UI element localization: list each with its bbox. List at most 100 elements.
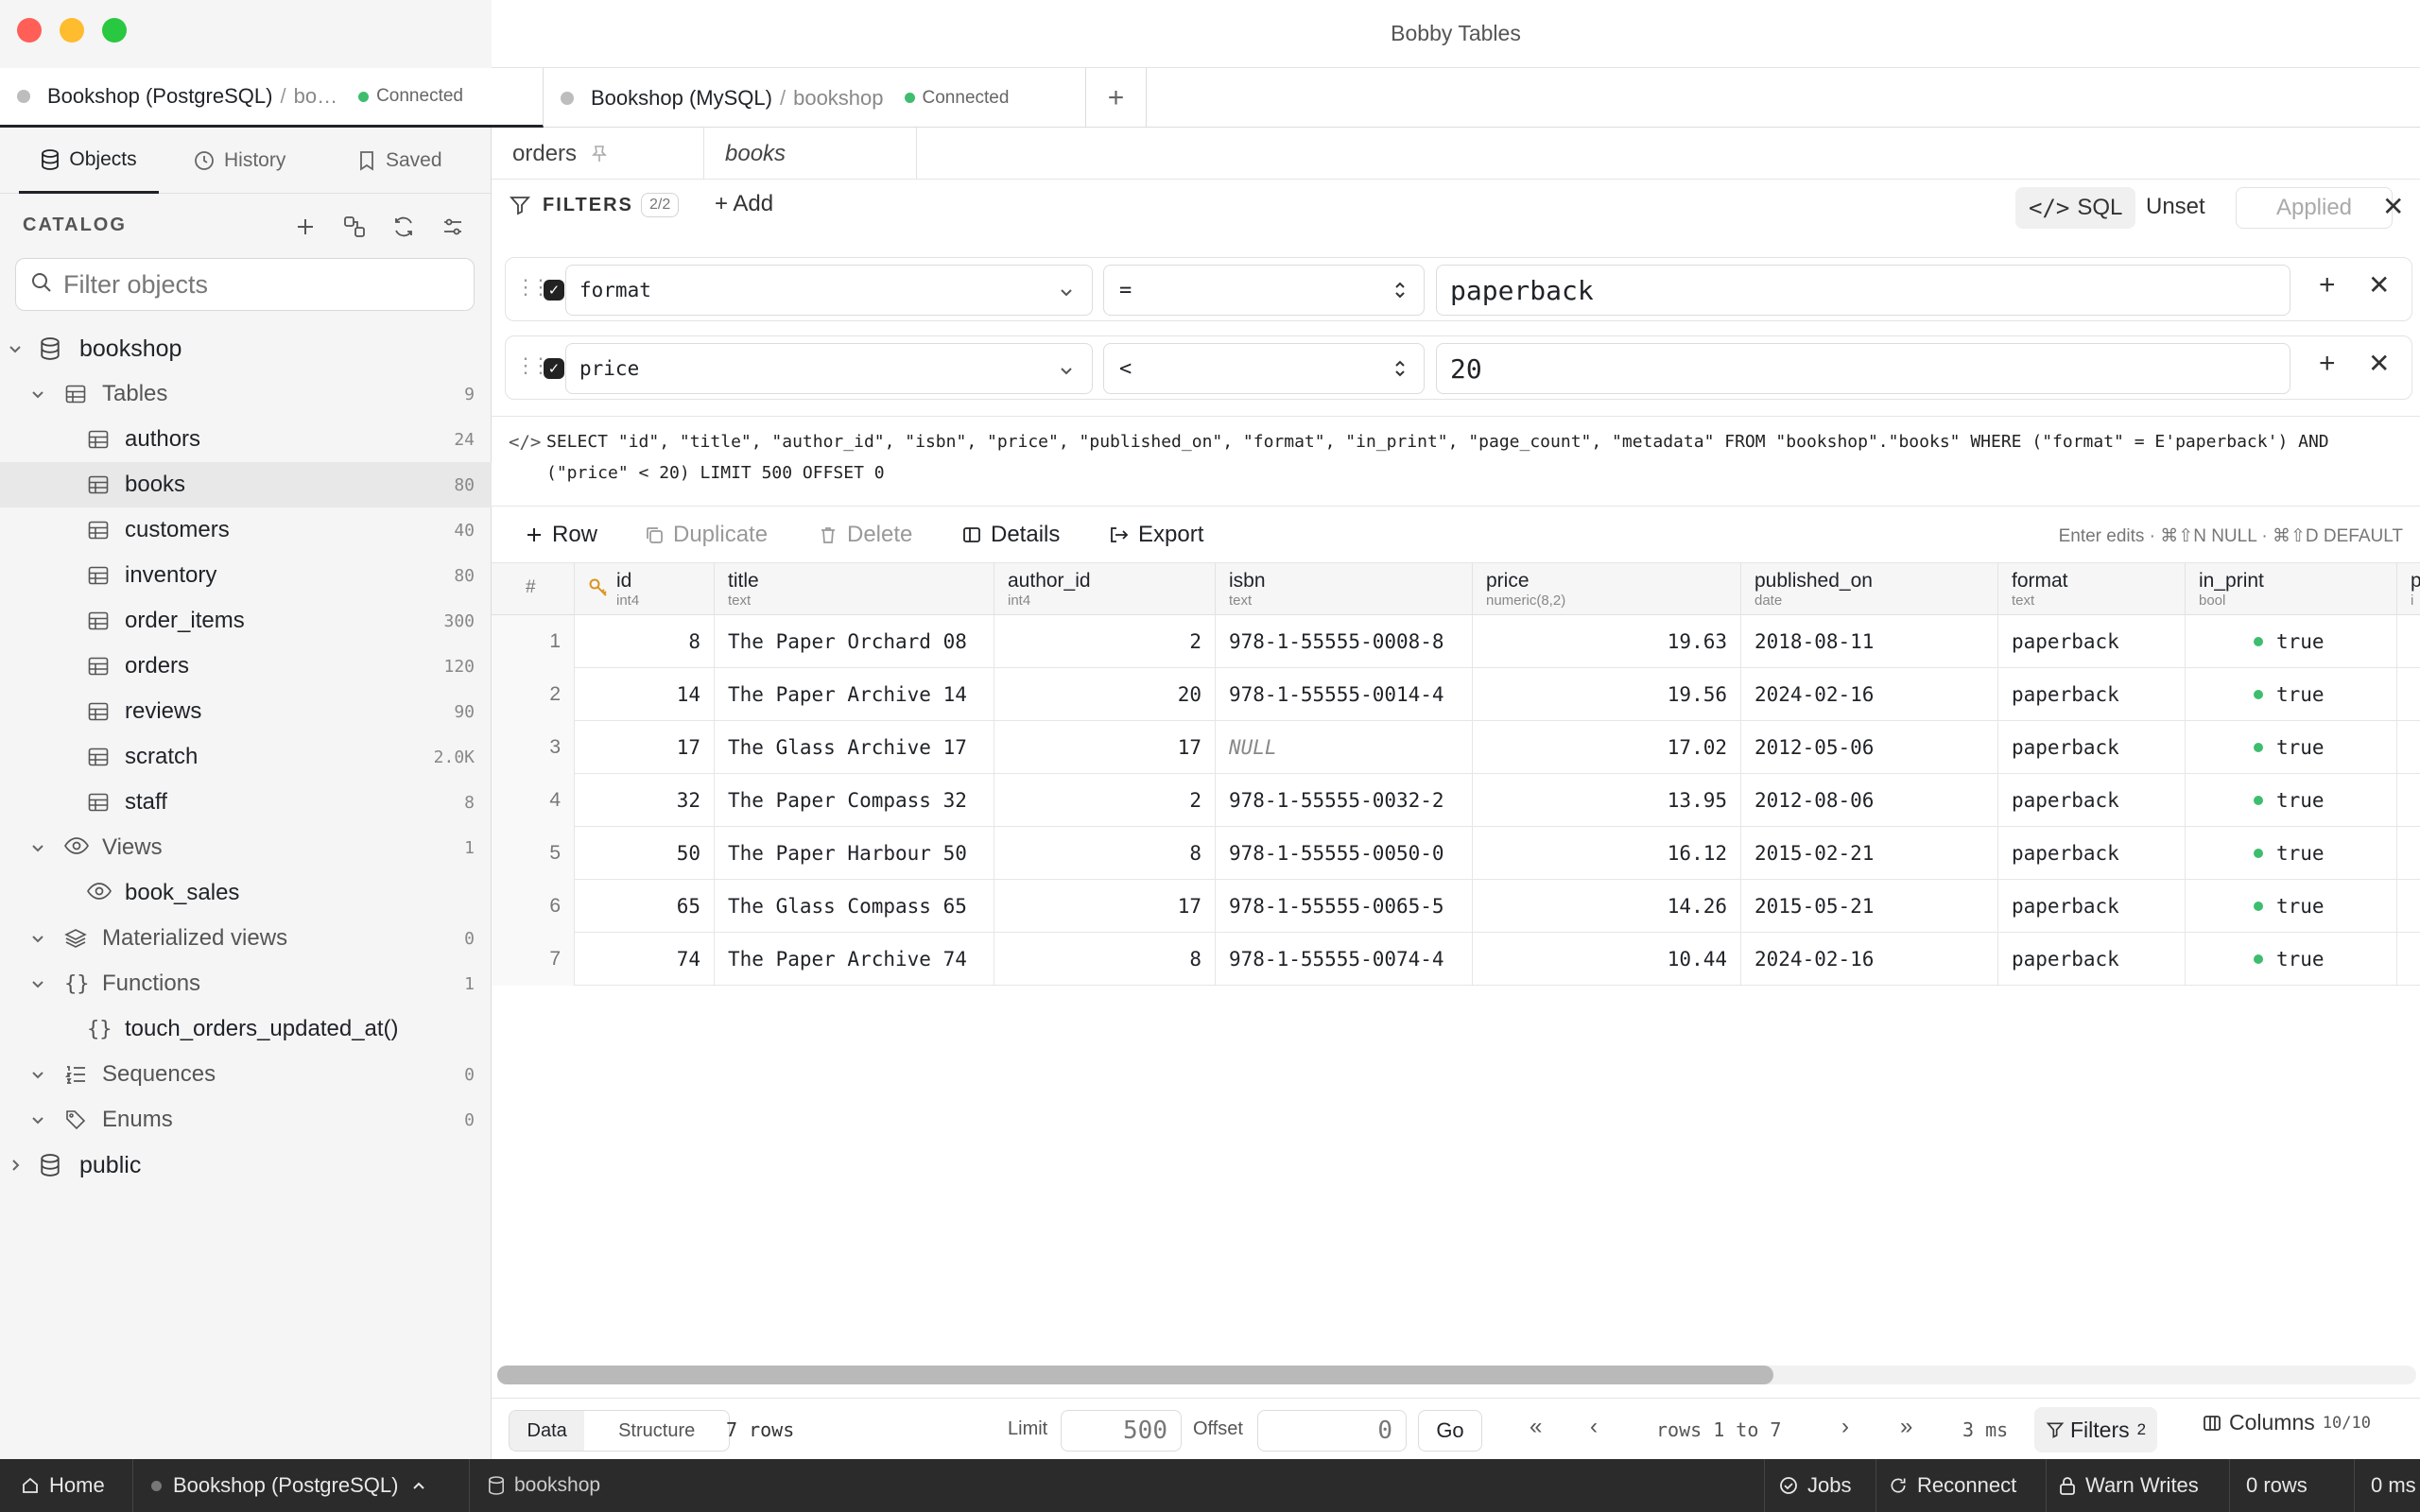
prev-page-icon[interactable]: ‹ (1590, 1414, 1598, 1440)
filter-operator-select[interactable]: = (1103, 265, 1425, 316)
tree-database-public[interactable]: public (0, 1143, 492, 1188)
add-object-button[interactable] (291, 213, 320, 241)
chevron-down-icon[interactable] (28, 1110, 47, 1129)
tab-history[interactable]: History (194, 128, 285, 194)
table-cell-in_print[interactable]: true (2186, 827, 2397, 880)
table-cell-format[interactable]: paperback (1998, 774, 2186, 827)
chevron-down-icon[interactable] (28, 974, 47, 993)
tree-group-sequences[interactable]: Sequences 0 (0, 1052, 492, 1097)
filter-column-select[interactable]: price (565, 343, 1093, 394)
table-row[interactable]: 1 8 The Paper Orchard 08 2 978-1-55555-0008-… (492, 615, 2420, 668)
applied-button[interactable]: Applied (2236, 187, 2393, 229)
filter-value-input[interactable]: 20 (1436, 343, 2290, 394)
catalog-settings-button[interactable] (439, 213, 467, 241)
table-cell-overflow[interactable] (2397, 880, 2420, 933)
table-cell-title[interactable]: The Paper Harbour 50 (715, 827, 994, 880)
jobs-button[interactable]: Jobs (1779, 1459, 1851, 1512)
table-cell-price[interactable]: 19.56 (1473, 668, 1741, 721)
remove-filter-button[interactable]: ✕ (2368, 269, 2390, 301)
home-button[interactable]: Home (21, 1459, 105, 1512)
chevron-down-icon[interactable] (28, 1065, 47, 1084)
column-header-p[interactable]: pi (2397, 563, 2420, 615)
tree-table-orders[interactable]: orders 120 (0, 644, 492, 689)
connection-tab-mysql[interactable]: Bookshop (MySQL) / bookshop Connected (544, 68, 1086, 128)
tree-table-authors[interactable]: authors 24 (0, 417, 492, 462)
table-cell-id[interactable]: 50 (575, 827, 715, 880)
warn-writes-toggle[interactable]: Warn Writes (2059, 1459, 2199, 1512)
zoom-window-button[interactable] (102, 18, 127, 43)
filter-operator-select[interactable]: < (1103, 343, 1425, 394)
table-cell-price[interactable]: 17.02 (1473, 721, 1741, 774)
table-cell-overflow[interactable] (2397, 615, 2420, 668)
table-cell-price[interactable]: 10.44 (1473, 933, 1741, 986)
sql-toggle-button[interactable]: </> SQL (2015, 187, 2136, 229)
table-cell-published_on[interactable]: 2012-05-06 (1741, 721, 1998, 774)
database-selector[interactable]: bookshop (488, 1459, 600, 1512)
chevron-down-icon[interactable] (28, 385, 47, 404)
unset-filters-button[interactable]: Unset (2146, 194, 2205, 220)
table-cell-overflow[interactable] (2397, 774, 2420, 827)
doc-tab-orders[interactable]: orders (492, 128, 704, 180)
table-row[interactable]: 7 74 The Paper Archive 74 8 978-1-55555-0074… (492, 933, 2420, 986)
table-cell-format[interactable]: paperback (1998, 615, 2186, 668)
tree-function-item[interactable]: {} touch_orders_updated_at() (0, 1006, 492, 1052)
row-number[interactable]: 2 (492, 668, 575, 721)
tree-table-reviews[interactable]: reviews 90 (0, 689, 492, 734)
table-cell-title[interactable]: The Glass Compass 65 (715, 880, 994, 933)
table-cell-isbn[interactable]: 978-1-55555-0032-2 (1216, 774, 1473, 827)
table-cell-price[interactable]: 13.95 (1473, 774, 1741, 827)
table-cell-id[interactable]: 17 (575, 721, 715, 774)
table-cell-author_id[interactable]: 2 (994, 615, 1216, 668)
table-cell-id[interactable]: 32 (575, 774, 715, 827)
add-filter-button[interactable]: + Add (715, 191, 773, 217)
table-cell-isbn[interactable]: 978-1-55555-0074-4 (1216, 933, 1473, 986)
table-row[interactable]: 2 14 The Paper Archive 14 20 978-1-55555-001… (492, 668, 2420, 721)
table-cell-isbn[interactable]: 978-1-55555-0014-4 (1216, 668, 1473, 721)
table-row[interactable]: 3 17 The Glass Archive 17 17 NULL 17.02 2012-0… (492, 721, 2420, 774)
duplicate-button[interactable]: Duplicate (645, 522, 768, 548)
table-cell-title[interactable]: The Glass Archive 17 (715, 721, 994, 774)
tree-group-tables[interactable]: Tables 9 (0, 371, 492, 417)
horizontal-scrollbar[interactable] (497, 1366, 2416, 1384)
filter-objects-input[interactable] (63, 269, 460, 300)
column-header-published_on[interactable]: published_on date (1741, 563, 1998, 615)
table-cell-in_print[interactable]: true (2186, 615, 2397, 668)
table-cell-published_on[interactable]: 2015-02-21 (1741, 827, 1998, 880)
table-cell-price[interactable]: 14.26 (1473, 880, 1741, 933)
table-cell-format[interactable]: paperback (1998, 668, 2186, 721)
tree-group-enums[interactable]: Enums 0 (0, 1097, 492, 1143)
go-button[interactable]: Go (1418, 1410, 1482, 1452)
table-cell-overflow[interactable] (2397, 721, 2420, 774)
drag-handle-icon[interactable]: ⋮⋮ (515, 353, 551, 378)
filter-enabled-checkbox[interactable]: ✓ (544, 280, 564, 301)
filter-objects-field[interactable] (15, 258, 475, 311)
row-number[interactable]: 1 (492, 615, 575, 668)
column-header-author_id[interactable]: author_id int4 (994, 563, 1216, 615)
table-cell-isbn[interactable]: 978-1-55555-0065-5 (1216, 880, 1473, 933)
table-cell-title[interactable]: The Paper Archive 14 (715, 668, 994, 721)
export-button[interactable]: Export (1108, 522, 1203, 548)
table-cell-published_on[interactable]: 2015-05-21 (1741, 880, 1998, 933)
table-cell-author_id[interactable]: 8 (994, 827, 1216, 880)
tree-table-customers[interactable]: customers 40 (0, 507, 492, 553)
row-number[interactable]: 5 (492, 827, 575, 880)
close-filters-button[interactable]: ✕ (2382, 191, 2404, 222)
add-connection-button[interactable]: + (1086, 68, 1147, 128)
pin-icon[interactable] (592, 145, 607, 163)
table-cell-price[interactable]: 16.12 (1473, 827, 1741, 880)
first-page-icon[interactable]: « (1530, 1414, 1542, 1440)
add-filter-row-button[interactable]: + (2319, 269, 2336, 301)
column-header-isbn[interactable]: isbn text (1216, 563, 1473, 615)
table-cell-title[interactable]: The Paper Archive 74 (715, 933, 994, 986)
tree-table-staff[interactable]: staff 8 (0, 780, 492, 825)
close-window-button[interactable] (17, 18, 42, 43)
filter-value-input[interactable]: paperback (1436, 265, 2290, 316)
table-cell-in_print[interactable]: true (2186, 668, 2397, 721)
table-cell-id[interactable]: 65 (575, 880, 715, 933)
tree-group-materialized-views[interactable]: Materialized views 0 (0, 916, 492, 961)
table-cell-id[interactable]: 74 (575, 933, 715, 986)
row-number[interactable]: 6 (492, 880, 575, 933)
table-cell-in_print[interactable]: true (2186, 880, 2397, 933)
table-cell-in_print[interactable]: true (2186, 721, 2397, 774)
table-cell-published_on[interactable]: 2024-02-16 (1741, 933, 1998, 986)
